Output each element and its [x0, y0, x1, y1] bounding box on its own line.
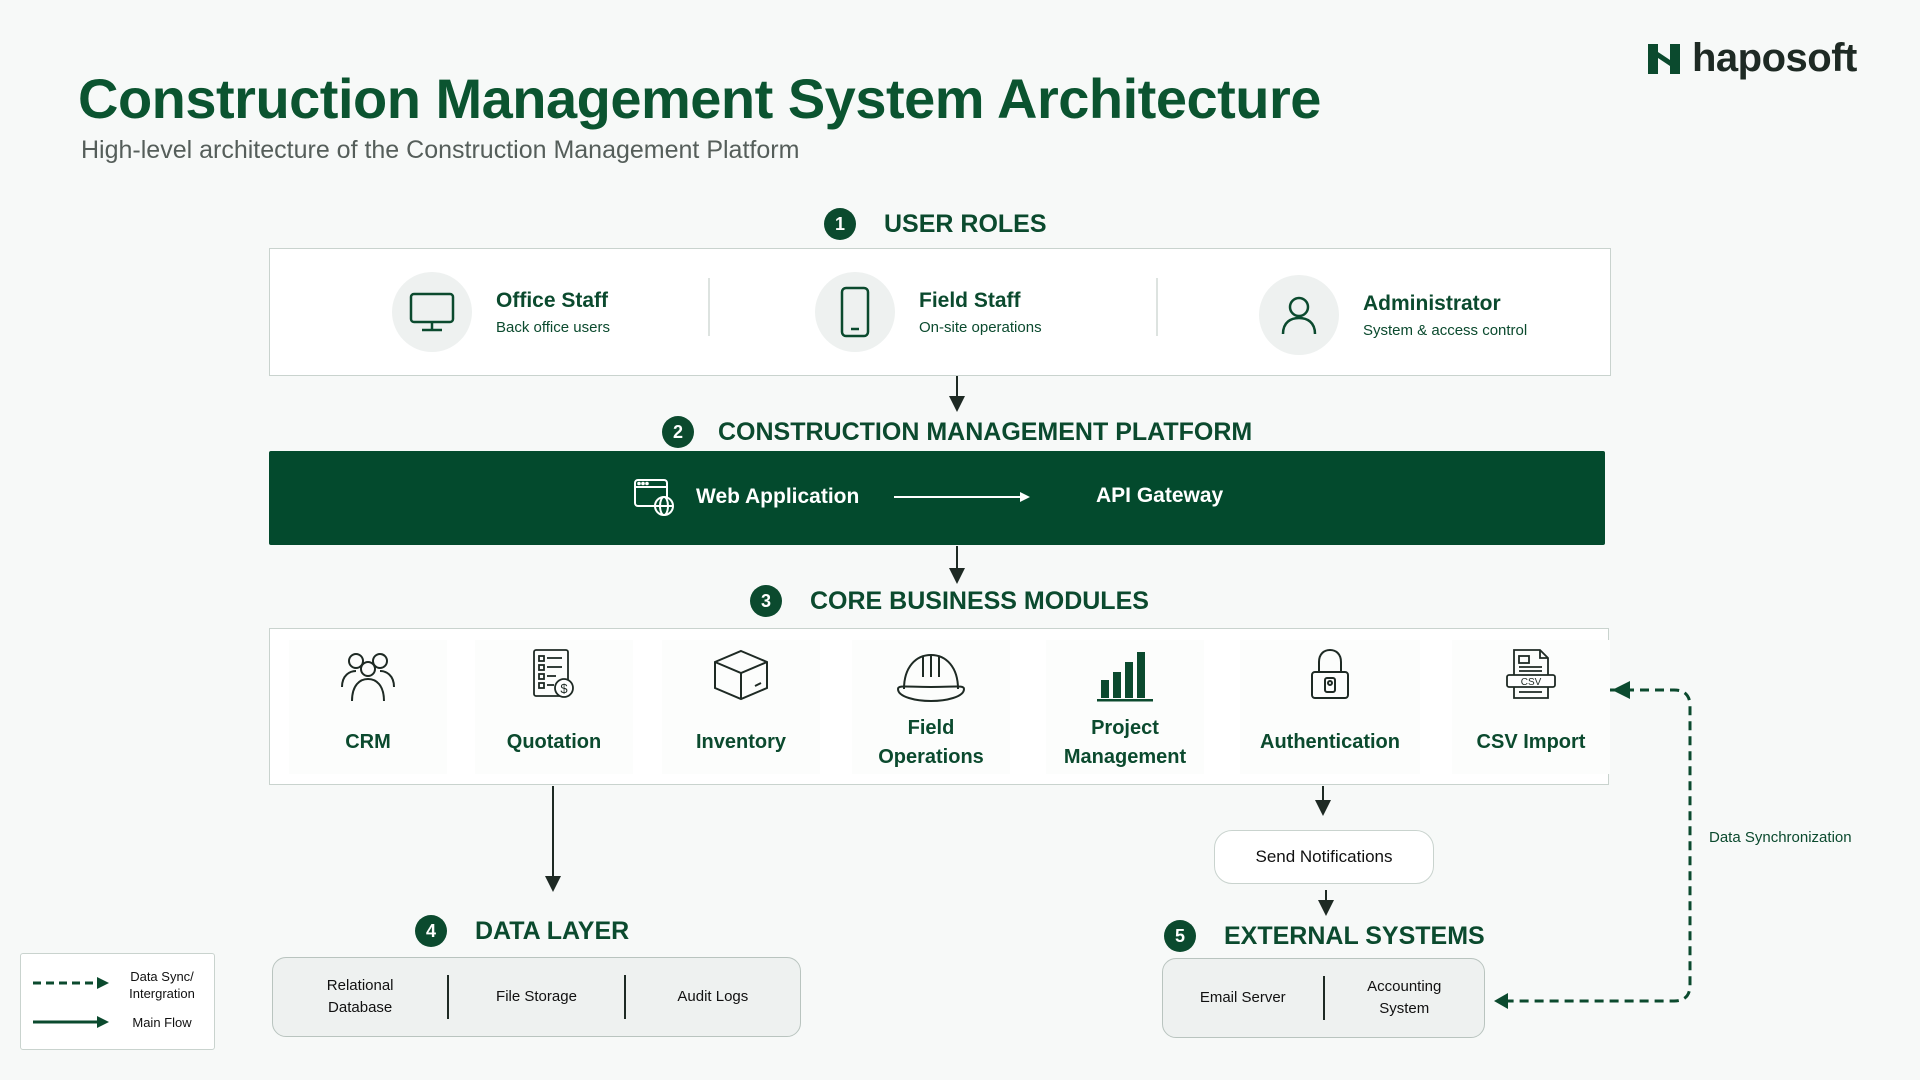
data-layer-audit-logs: Audit Logs: [677, 988, 749, 1005]
module-csv-import: CSV CSV Import: [1452, 640, 1610, 774]
web-application-label: Web Application: [696, 485, 860, 508]
csv-file-icon: CSV: [1504, 640, 1558, 710]
module-quotation: $ Quotation: [475, 640, 633, 774]
data-layer-relational-database: Relational Database: [273, 975, 447, 1019]
bar-chart-icon: [1095, 640, 1155, 710]
module-label-line1: Field: [907, 717, 955, 739]
module-project-management: Project Management: [1046, 640, 1204, 774]
data-layer-file-storage: File Storage: [496, 988, 577, 1005]
legend: Data Sync/ Intergration Main Flow: [20, 953, 215, 1050]
section-badge: 5: [1164, 920, 1196, 952]
legend-solid-line-icon: [33, 1016, 109, 1028]
box-icon: [711, 640, 771, 710]
section-data-layer-header: 4 DATA LAYER: [415, 915, 629, 947]
section-title: EXTERNAL SYSTEMS: [1224, 921, 1485, 950]
module-crm: CRM: [289, 640, 447, 774]
item-line1: Accounting: [1367, 978, 1442, 995]
module-label-line2: Operations: [878, 746, 984, 768]
item-line2: System: [1379, 1000, 1430, 1017]
lock-icon: [1308, 640, 1352, 710]
legend-line2: Intergration: [129, 986, 195, 1001]
legend-line1: Data Sync/: [130, 969, 194, 984]
module-authentication: Authentication: [1240, 640, 1420, 774]
section-title: CONSTRUCTION MANAGEMENT PLATFORM: [718, 417, 1253, 446]
section-badge: 4: [415, 915, 447, 947]
section-badge: 3: [750, 585, 782, 617]
module-label: CSV Import: [1476, 731, 1586, 753]
legend-dashed-label: Data Sync/ Intergration: [117, 968, 207, 1002]
api-gateway-label: API Gateway: [1096, 484, 1224, 507]
hardhat-icon: [896, 640, 966, 710]
legend-dashed-line-icon: [33, 977, 109, 989]
module-inventory: Inventory: [662, 640, 820, 774]
web-app-icon: [634, 479, 674, 516]
module-label-line2: Management: [1063, 746, 1187, 768]
send-notifications-box: Send Notifications: [1214, 830, 1434, 884]
item-line1: Relational: [326, 977, 394, 994]
item-line2: Database: [328, 999, 393, 1016]
sync-arrowhead-top: [1612, 681, 1630, 699]
module-label: CRM: [345, 731, 391, 753]
people-icon: [336, 640, 400, 710]
section-title: CORE BUSINESS MODULES: [810, 586, 1149, 615]
external-systems-box: Email Server Accounting System: [1162, 958, 1485, 1038]
module-label: Quotation: [506, 731, 602, 753]
section-badge: 2: [662, 416, 694, 448]
section-platform-header: 2 CONSTRUCTION MANAGEMENT PLATFORM: [662, 416, 1252, 448]
section-title: DATA LAYER: [475, 916, 630, 945]
sync-arrowhead-bottom: [1494, 993, 1508, 1009]
data-sync-label: Data Synchronization: [1709, 829, 1852, 846]
external-accounting-system: Accounting System: [1325, 976, 1485, 1020]
svg-text:$: $: [560, 681, 568, 696]
module-label-line1: Project: [1091, 717, 1159, 739]
web-to-api-arrow: [894, 492, 1030, 502]
quotation-icon: $: [532, 640, 576, 710]
module-label: Authentication: [1260, 731, 1400, 753]
module-label: Inventory: [695, 731, 787, 753]
section-external-header: 5 EXTERNAL SYSTEMS: [1164, 920, 1485, 952]
legend-solid-label: Main Flow: [132, 1015, 192, 1030]
external-email-server: Email Server: [1199, 989, 1286, 1006]
module-field-operations: Field Operations: [852, 640, 1010, 774]
data-layer-box: Relational Database File Storage Audit L…: [272, 957, 801, 1037]
section-modules-header: 3 CORE BUSINESS MODULES: [750, 585, 1149, 617]
module-label: Field Operations: [878, 714, 984, 772]
csv-icon-text: CSV: [1521, 677, 1542, 688]
module-label: Project Management: [1064, 714, 1186, 772]
